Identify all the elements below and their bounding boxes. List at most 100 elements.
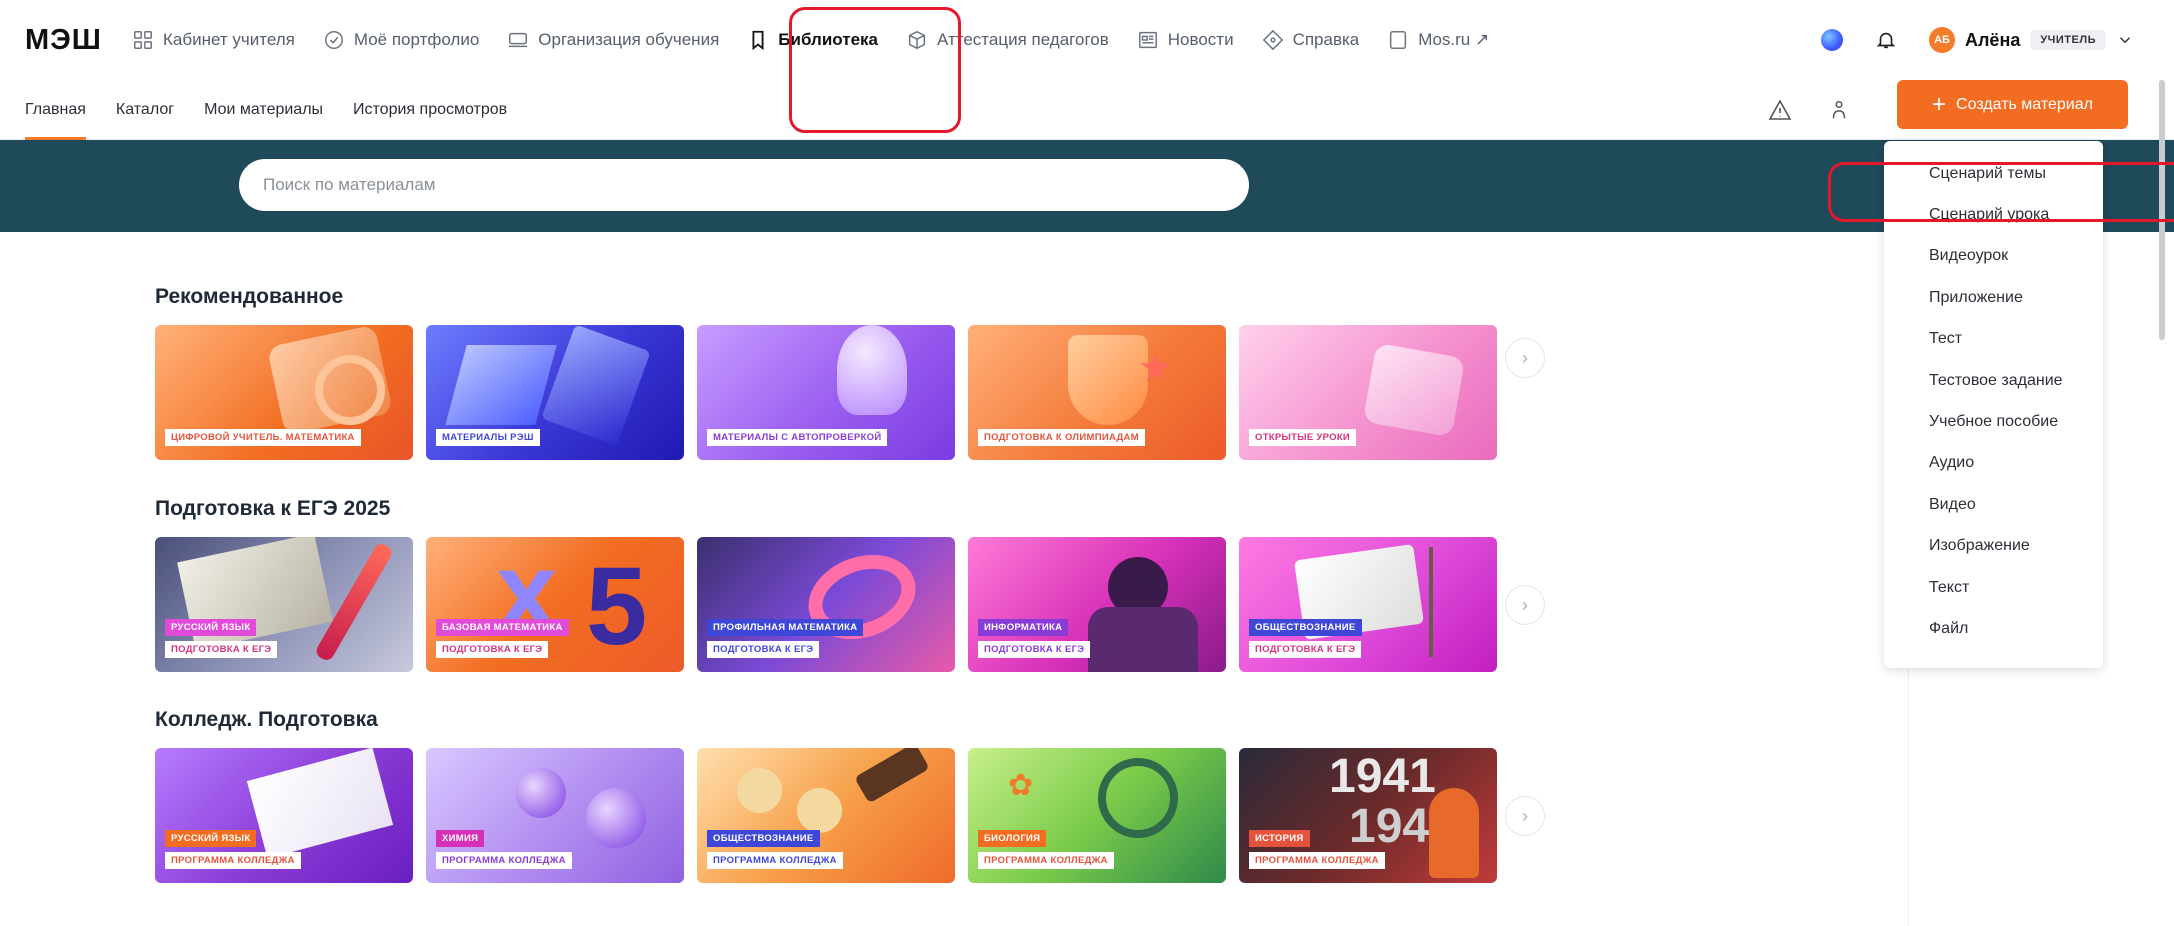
avatar: АБ xyxy=(1929,27,1955,53)
card-tag: БАЗОВАЯ МАТЕМАТИКА xyxy=(436,619,569,636)
menu-item-application[interactable]: Приложение xyxy=(1884,277,2103,318)
check-circle-icon xyxy=(324,31,343,49)
card-base-math-ege[interactable]: x 5 БАЗОВАЯ МАТЕМАТИКА ПОДГОТОВКА К ЕГЭ xyxy=(426,537,684,672)
top-right-tools: АБ Алёна УЧИТЕЛЬ xyxy=(1821,0,2134,80)
warning-icon[interactable] xyxy=(1768,98,1792,122)
card-tag: ПРОГРАММА КОЛЛЕДЖА xyxy=(978,852,1114,869)
nav-portfolio[interactable]: Моё портфолио xyxy=(323,29,479,51)
menu-item-test-task[interactable]: Тестовое задание xyxy=(1884,360,2103,401)
card-informatics-ege[interactable]: ИНФОРМАТИКА ПОДГОТОВКА К ЕГЭ xyxy=(968,537,1226,672)
card-tag: ПОДГОТОВКА К ЕГЭ xyxy=(165,641,278,658)
card-tag: ПОДГОТОВКА К ЕГЭ xyxy=(707,641,820,658)
carousel-next-button[interactable]: › xyxy=(1505,338,1545,378)
menu-item-lesson-scenario[interactable]: Сценарий урока xyxy=(1884,194,2103,235)
tab-home[interactable]: Главная xyxy=(25,80,86,140)
card-tag: ХИМИЯ xyxy=(436,830,485,847)
menu-item-file[interactable]: Файл xyxy=(1884,608,2103,649)
card-history-college[interactable]: 1941 1945 ИСТОРИЯ ПРОГРАММА КОЛЛЕДЖА xyxy=(1239,748,1497,883)
nav-teacher-cabinet[interactable]: Кабинет учителя xyxy=(132,29,295,51)
card-tag: ИНФОРМАТИКА xyxy=(978,619,1069,636)
nav-label: Кабинет учителя xyxy=(163,30,295,49)
card-tag: ПРОГРАММА КОЛЛЕДЖА xyxy=(1249,852,1385,869)
tab-catalog[interactable]: Каталог xyxy=(116,80,174,140)
card-olympiad-prep[interactable]: ★ ПОДГОТОВКА К ОЛИМПИАДАМ xyxy=(968,325,1226,460)
card-tag: ОБЩЕСТВОЗНАНИЕ xyxy=(1249,619,1362,636)
carousel-next-button[interactable]: › xyxy=(1505,796,1545,836)
help-diamond-icon xyxy=(1262,29,1283,51)
subnav-tools xyxy=(1768,80,1850,140)
card-tag: БИОЛОГИЯ xyxy=(978,830,1047,847)
nav-label: Организация обучения xyxy=(538,30,720,49)
card-tag: РУССКИЙ ЯЗЫК xyxy=(165,619,257,636)
card-chemistry-college[interactable]: ХИМИЯ ПРОГРАММА КОЛЛЕДЖА xyxy=(426,748,684,883)
card-russian-ege[interactable]: РУССКИЙ ЯЗЫК ПОДГОТОВКА К ЕГЭ xyxy=(155,537,413,672)
bell-icon[interactable] xyxy=(1875,29,1897,51)
page-scrollbar[interactable] xyxy=(2159,80,2165,340)
menu-item-audio[interactable]: Аудио xyxy=(1884,443,2103,484)
card-tag: ПРОФИЛЬНАЯ МАТЕМАТИКА xyxy=(707,619,864,636)
card-tag: ПОДГОТОВКА К ЕГЭ xyxy=(436,641,549,658)
mesh-logo[interactable]: МЭШ xyxy=(25,24,102,57)
grid-icon xyxy=(134,31,152,49)
card-profile-math-ege[interactable]: ПРОФИЛЬНАЯ МАТЕМАТИКА ПОДГОТОВКА К ЕГЭ xyxy=(697,537,955,672)
page: МЭШ Кабинет учителя Моё портфолио Органи… xyxy=(0,0,2174,926)
nav-attestation[interactable]: Аттестация педагогов xyxy=(906,29,1109,51)
card-social-studies-college[interactable]: ОБЩЕСТВОЗНАНИЕ ПРОГРАММА КОЛЛЕДЖА xyxy=(697,748,955,883)
chevron-down-icon xyxy=(2119,37,2131,44)
card-tag: МАТЕРИАЛЫ РЭШ xyxy=(436,429,540,446)
menu-item-textbook[interactable]: Учебное пособие xyxy=(1884,401,2103,442)
nav-news[interactable]: Новости xyxy=(1137,29,1234,51)
nav-label: Новости xyxy=(1167,30,1234,49)
section-title: Подготовка к ЕГЭ 2025 xyxy=(155,497,391,520)
card-tag: ПРОГРАММА КОЛЛЕДЖА xyxy=(436,852,572,869)
menu-item-topic-scenario[interactable]: Сценарий темы xyxy=(1884,153,2103,194)
search-input[interactable] xyxy=(239,159,1249,211)
monitor-icon xyxy=(509,32,528,48)
person-icon[interactable] xyxy=(1828,98,1850,122)
menu-item-video[interactable]: Видео xyxy=(1884,484,2103,525)
card-russian-college[interactable]: РУССКИЙ ЯЗЫК ПРОГРАММА КОЛЛЕДЖА xyxy=(155,748,413,883)
card-tag: ПОДГОТОВКА К ОЛИМПИАДАМ xyxy=(978,429,1145,446)
nav-mosru[interactable]: Mos.ru ↗ xyxy=(1387,29,1489,51)
tab-my-materials[interactable]: Мои материалы xyxy=(204,80,323,140)
nav-label: Аттестация педагогов xyxy=(936,30,1109,49)
role-badge: УЧИТЕЛЬ xyxy=(2030,30,2106,50)
card-biology-college[interactable]: ✿ БИОЛОГИЯ ПРОГРАММА КОЛЛЕДЖА xyxy=(968,748,1226,883)
card-tag: ЦИФРОВОЙ УЧИТЕЛЬ. МАТЕМАТИКА xyxy=(165,429,361,446)
card-social-studies-ege[interactable]: ОБЩЕСТВОЗНАНИЕ ПОДГОТОВКА К ЕГЭ xyxy=(1239,537,1497,672)
section-title: Колледж. Подготовка xyxy=(155,708,378,731)
nav-help[interactable]: Справка xyxy=(1262,29,1360,51)
menu-item-text[interactable]: Текст xyxy=(1884,567,2103,608)
assistant-orb-icon[interactable] xyxy=(1821,29,1843,51)
card-tag: ОТКРЫТЫЕ УРОКИ xyxy=(1249,429,1357,446)
news-icon xyxy=(1138,31,1157,49)
create-material-button[interactable]: + Создать материал xyxy=(1897,80,2128,129)
card-open-lessons[interactable]: ОТКРЫТЫЕ УРОКИ xyxy=(1239,325,1497,460)
carousel-next-button[interactable]: › xyxy=(1505,585,1545,625)
menu-item-image[interactable]: Изображение xyxy=(1884,526,2103,567)
card-resh-materials[interactable]: МАТЕРИАЛЫ РЭШ xyxy=(426,325,684,460)
user-menu[interactable]: АБ Алёна УЧИТЕЛЬ xyxy=(1929,27,2134,53)
nav-label: Библиотека xyxy=(778,30,878,49)
nav-label: Моё портфолио xyxy=(353,30,480,49)
nav-organization[interactable]: Организация обучения xyxy=(507,29,719,51)
cube-icon xyxy=(908,30,926,50)
subnav-tabs: Главная Каталог Мои материалы История пр… xyxy=(25,80,507,140)
nav-library[interactable]: Библиотека xyxy=(747,29,878,51)
nav-label: Справка xyxy=(1292,30,1360,49)
bookmark-icon xyxy=(752,30,764,51)
cards-row-college: РУССКИЙ ЯЗЫК ПРОГРАММА КОЛЛЕДЖА ХИМИЯ ПР… xyxy=(155,748,1497,883)
card-tag: МАТЕРИАЛЫ С АВТОПРОВЕРКОЙ xyxy=(707,429,888,446)
tab-history[interactable]: История просмотров xyxy=(353,80,507,140)
card-tag: ПРОГРАММА КОЛЛЕДЖА xyxy=(707,852,843,869)
menu-item-test[interactable]: Тест xyxy=(1884,319,2103,360)
card-autocheck-materials[interactable]: МАТЕРИАЛЫ С АВТОПРОВЕРКОЙ xyxy=(697,325,955,460)
tablet-icon xyxy=(1390,31,1407,49)
card-tag: ПРОГРАММА КОЛЛЕДЖА xyxy=(165,852,301,869)
user-name: Алёна xyxy=(1965,29,2021,50)
create-material-label: Создать материал xyxy=(1956,95,2093,113)
card-tag: ПОДГОТОВКА К ЕГЭ xyxy=(1249,641,1362,658)
card-digital-teacher-math[interactable]: ЦИФРОВОЙ УЧИТЕЛЬ. МАТЕМАТИКА xyxy=(155,325,413,460)
menu-item-video-lesson[interactable]: Видеоурок xyxy=(1884,236,2103,277)
main-nav: Кабинет учителя Моё портфолио Организаци… xyxy=(132,0,1489,80)
